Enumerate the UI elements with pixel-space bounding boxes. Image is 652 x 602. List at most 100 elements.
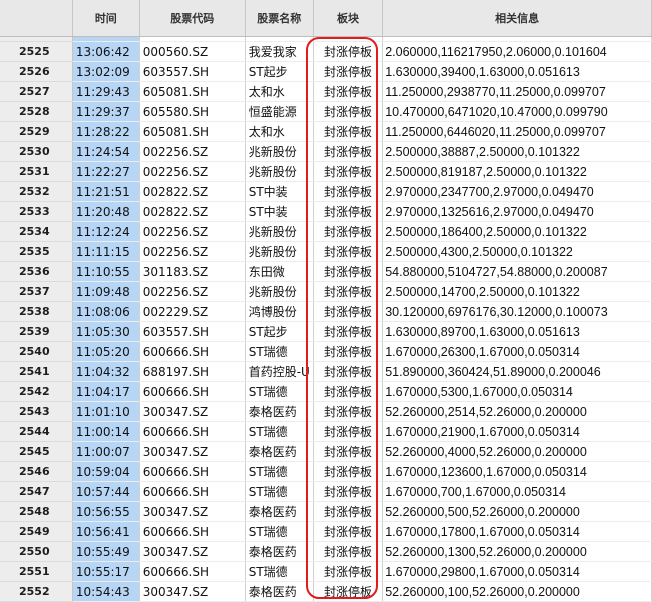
sector-cell[interactable]: 封涨停板 bbox=[313, 341, 384, 362]
table-row[interactable]: 2551 10:55:17 600666.SH ST瑞德 封涨停板 1.670000,29… bbox=[0, 561, 652, 582]
time-cell[interactable]: 13:02:09 bbox=[72, 61, 140, 82]
info-cell[interactable]: 51.890000,360424,51.89000,0.200046 bbox=[382, 361, 652, 382]
time-cell[interactable]: 10:56:55 bbox=[72, 501, 140, 522]
table-row[interactable]: 2532 11:21:51 002822.SZ ST中装 封涨停板 2.970000,23… bbox=[0, 181, 652, 202]
name-cell[interactable]: ST起步 bbox=[245, 321, 314, 342]
row-number[interactable]: 2534 bbox=[0, 221, 73, 242]
name-cell[interactable]: 泰格医药 bbox=[245, 501, 314, 522]
code-cell[interactable]: 002256.SZ bbox=[139, 281, 246, 302]
row-number[interactable]: 2540 bbox=[0, 341, 73, 362]
info-cell[interactable]: 2.970000,1325616,2.97000,0.049470 bbox=[382, 201, 652, 222]
name-cell[interactable]: 兆新股份 bbox=[245, 161, 314, 182]
sector-cell[interactable]: 封涨停板 bbox=[313, 241, 384, 262]
sector-cell[interactable]: 封涨停板 bbox=[313, 441, 384, 462]
sector-cell[interactable]: 封涨停板 bbox=[313, 461, 384, 482]
time-cell[interactable]: 11:24:54 bbox=[72, 141, 140, 162]
sector-cell[interactable]: 封涨停板 bbox=[313, 521, 384, 542]
info-cell[interactable]: 52.260000,4000,52.26000,0.200000 bbox=[382, 441, 652, 462]
info-cell[interactable]: 54.880000,5104727,54.88000,0.200087 bbox=[382, 261, 652, 282]
table-row[interactable]: 2529 11:28:22 605081.SH 太和水 封涨停板 11.250000,64… bbox=[0, 121, 652, 142]
name-cell[interactable]: 恒盛能源 bbox=[245, 101, 314, 122]
name-cell[interactable]: 东田微 bbox=[245, 261, 314, 282]
info-cell[interactable]: 2.500000,4300,2.50000,0.101322 bbox=[382, 241, 652, 262]
row-number[interactable]: 2528 bbox=[0, 101, 73, 122]
time-cell[interactable]: 13:06:42 bbox=[72, 41, 140, 62]
code-cell[interactable]: 002256.SZ bbox=[139, 141, 246, 162]
code-cell[interactable]: 600666.SH bbox=[139, 481, 246, 502]
row-number[interactable]: 2526 bbox=[0, 61, 73, 82]
info-cell[interactable]: 2.500000,819187,2.50000,0.101322 bbox=[382, 161, 652, 182]
row-number[interactable]: 2545 bbox=[0, 441, 73, 462]
sector-cell[interactable]: 封涨停板 bbox=[313, 201, 384, 222]
row-number[interactable]: 2542 bbox=[0, 381, 73, 402]
table-row[interactable]: 2528 11:29:37 605580.SH 恒盛能源 封涨停板 10.470000,6… bbox=[0, 101, 652, 122]
time-cell[interactable]: 11:08:06 bbox=[72, 301, 140, 322]
info-cell[interactable]: 1.630000,39400,1.63000,0.051613 bbox=[382, 61, 652, 82]
name-cell[interactable]: 首药控股-U bbox=[245, 361, 314, 382]
info-cell[interactable]: 11.250000,6446020,11.25000,0.099707 bbox=[382, 121, 652, 142]
row-number[interactable]: 2552 bbox=[0, 581, 73, 602]
code-cell[interactable]: 002822.SZ bbox=[139, 181, 246, 202]
row-number[interactable]: 2551 bbox=[0, 561, 73, 582]
name-cell[interactable]: 兆新股份 bbox=[245, 241, 314, 262]
time-cell[interactable]: 11:05:20 bbox=[72, 341, 140, 362]
time-cell[interactable]: 11:20:48 bbox=[72, 201, 140, 222]
info-cell[interactable]: 10.470000,6471020,10.47000,0.099790 bbox=[382, 101, 652, 122]
name-cell[interactable]: 兆新股份 bbox=[245, 221, 314, 242]
name-cell[interactable]: 泰格医药 bbox=[245, 581, 314, 602]
sector-cell[interactable]: 封涨停板 bbox=[313, 401, 384, 422]
table-row[interactable]: 2547 10:57:44 600666.SH ST瑞德 封涨停板 1.670000,70… bbox=[0, 481, 652, 502]
name-cell[interactable]: 兆新股份 bbox=[245, 141, 314, 162]
time-cell[interactable]: 11:04:32 bbox=[72, 361, 140, 382]
table-row[interactable]: 2530 11:24:54 002256.SZ 兆新股份 封涨停板 2.500000,38… bbox=[0, 141, 652, 162]
info-cell[interactable]: 11.250000,2938770,11.25000,0.099707 bbox=[382, 81, 652, 102]
name-cell[interactable]: ST瑞德 bbox=[245, 341, 314, 362]
name-cell[interactable]: ST瑞德 bbox=[245, 461, 314, 482]
row-number[interactable]: 2548 bbox=[0, 501, 73, 522]
code-cell[interactable]: 300347.SZ bbox=[139, 441, 246, 462]
code-cell[interactable]: 002229.SZ bbox=[139, 301, 246, 322]
name-cell[interactable]: ST中装 bbox=[245, 181, 314, 202]
code-cell[interactable]: 688197.SH bbox=[139, 361, 246, 382]
table-row[interactable]: 2543 11:01:10 300347.SZ 泰格医药 封涨停板 52.260000,2… bbox=[0, 401, 652, 422]
info-cell[interactable]: 2.500000,186400,2.50000,0.101322 bbox=[382, 221, 652, 242]
code-cell[interactable]: 000560.SZ bbox=[139, 41, 246, 62]
time-cell[interactable]: 11:28:22 bbox=[72, 121, 140, 142]
time-cell[interactable]: 10:59:04 bbox=[72, 461, 140, 482]
column-header-code[interactable]: 股票代码 bbox=[139, 0, 246, 37]
info-cell[interactable]: 1.670000,5300,1.67000,0.050314 bbox=[382, 381, 652, 402]
code-cell[interactable]: 301183.SZ bbox=[139, 261, 246, 282]
row-number[interactable]: 2531 bbox=[0, 161, 73, 182]
code-cell[interactable]: 600666.SH bbox=[139, 561, 246, 582]
table-row[interactable]: 2539 11:05:30 603557.SH ST起步 封涨停板 1.630000,89… bbox=[0, 321, 652, 342]
sector-cell[interactable]: 封涨停板 bbox=[313, 541, 384, 562]
time-cell[interactable]: 11:00:14 bbox=[72, 421, 140, 442]
name-cell[interactable]: ST起步 bbox=[245, 61, 314, 82]
corner-cell[interactable] bbox=[0, 0, 73, 37]
info-cell[interactable]: 1.670000,17800,1.67000,0.050314 bbox=[382, 521, 652, 542]
table-row[interactable]: 2550 10:55:49 300347.SZ 泰格医药 封涨停板 52.260000,1… bbox=[0, 541, 652, 562]
name-cell[interactable]: 我爱我家 bbox=[245, 41, 314, 62]
name-cell[interactable]: ST中装 bbox=[245, 201, 314, 222]
table-row[interactable]: 2552 10:54:43 300347.SZ 泰格医药 封涨停板 52.260000,1… bbox=[0, 581, 652, 602]
table-row[interactable]: 2545 11:00:07 300347.SZ 泰格医药 封涨停板 52.260000,4… bbox=[0, 441, 652, 462]
sector-cell[interactable]: 封涨停板 bbox=[313, 41, 384, 62]
name-cell[interactable]: 泰格医药 bbox=[245, 541, 314, 562]
info-cell[interactable]: 52.260000,500,52.26000,0.200000 bbox=[382, 501, 652, 522]
info-cell[interactable]: 1.630000,89700,1.63000,0.051613 bbox=[382, 321, 652, 342]
table-row[interactable]: 2546 10:59:04 600666.SH ST瑞德 封涨停板 1.670000,12… bbox=[0, 461, 652, 482]
table-row[interactable]: 2527 11:29:43 605081.SH 太和水 封涨停板 11.250000,29… bbox=[0, 81, 652, 102]
time-cell[interactable]: 11:05:30 bbox=[72, 321, 140, 342]
table-row[interactable]: 2541 11:04:32 688197.SH 首药控股-U 封涨停板 51.890000… bbox=[0, 361, 652, 382]
sector-cell[interactable]: 封涨停板 bbox=[313, 261, 384, 282]
row-number[interactable]: 2538 bbox=[0, 301, 73, 322]
time-cell[interactable]: 11:29:43 bbox=[72, 81, 140, 102]
sector-cell[interactable]: 封涨停板 bbox=[313, 561, 384, 582]
row-number[interactable]: 2546 bbox=[0, 461, 73, 482]
code-cell[interactable]: 603557.SH bbox=[139, 61, 246, 82]
table-row[interactable]: 2534 11:12:24 002256.SZ 兆新股份 封涨停板 2.500000,18… bbox=[0, 221, 652, 242]
code-cell[interactable]: 600666.SH bbox=[139, 381, 246, 402]
name-cell[interactable]: 兆新股份 bbox=[245, 281, 314, 302]
code-cell[interactable]: 002256.SZ bbox=[139, 161, 246, 182]
row-number[interactable]: 2530 bbox=[0, 141, 73, 162]
